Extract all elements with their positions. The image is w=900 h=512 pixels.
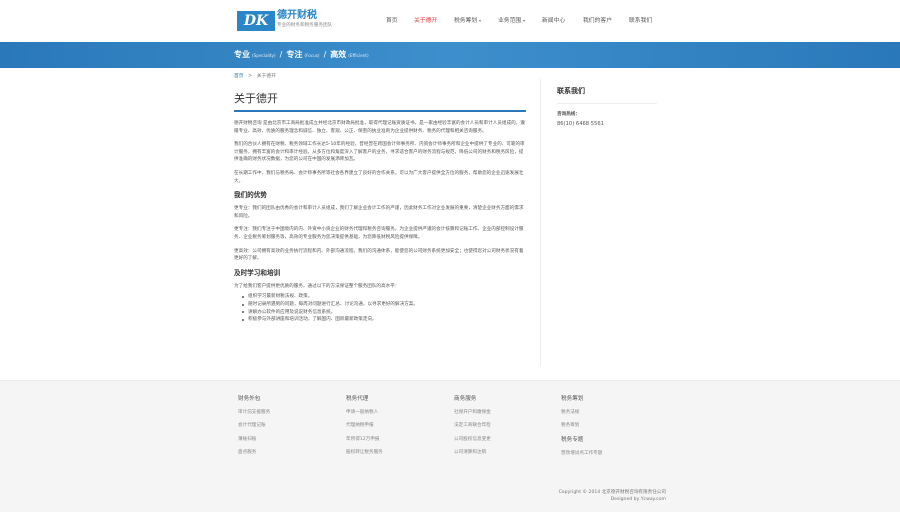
training-intro: 为了给我们客户提供更优质的服务，通过以下的方法保证整个服务团队的高水平： (234, 283, 400, 289)
page-banner: 专业 (Speciality) / 专注 (Focus) / 高效 (Efficient) (0, 42, 900, 68)
nav-item-clients[interactable]: 我们的客户 (583, 16, 612, 26)
breadcrumb-separator: > (248, 74, 253, 79)
footer-column-tax-planning: 税务筹划 税务法规 税务筹划 税务专题 营改增试点工作专题 (561, 395, 661, 463)
nav-item-tax-planning[interactable]: 税务筹划 (454, 16, 482, 26)
footer-link[interactable]: 股权转让税务服务 (346, 449, 446, 456)
list-item: 讲解办公软件的应用及说说财务信息系统。 (242, 309, 526, 317)
nav-item-news[interactable]: 新闻中心 (542, 16, 565, 26)
banner-word-efficient: 高效 (330, 50, 347, 59)
sidebar-title: 联系我们 (557, 87, 585, 95)
footer-link[interactable]: 营改增试点工作专题 (561, 450, 661, 457)
nav-item-contact[interactable]: 联系我们 (629, 16, 652, 26)
footer-link[interactable]: 代理纳税申报 (346, 422, 446, 429)
intro-paragraph-2: 我们的合伙人拥有在财税、税务领域工作长达5-10年的经验，曾经曾在跨国会计师事务… (234, 142, 525, 163)
footer-column-finance: 财务外包 审计前支援服务 会计代理记账 薄账扫账 盘点服务 (238, 395, 338, 463)
nav-item-home[interactable]: 首页 (386, 16, 398, 26)
footer-link[interactable]: 社保开户和缴保金 (454, 409, 554, 416)
breadcrumb: 首页 > 关于德开 (234, 72, 276, 79)
designer-credit[interactable]: Designed by Ycway.com (559, 496, 666, 503)
hotline-label: 咨询热线： (557, 112, 580, 117)
site-header: DK 德开财税 专业的财务和税务服务团队 首页 关于德开 税务筹划 业务范围 新… (0, 0, 900, 42)
intro-paragraph-1: 德开财税咨询 是由北京市工商局批准成立并经北京市财政局批准，取得代理记账资质证书… (234, 121, 525, 134)
site-footer: 财务外包 审计前支援服务 会计代理记账 薄账扫账 盘点服务 税务代理 申请一般纳… (0, 380, 900, 512)
list-item: 组织学习最新财税法规、政策。 (242, 293, 526, 301)
footer-link[interactable]: 法定工商联合年检 (454, 422, 554, 429)
training-list: 组织学习最新财税法规、政策。 随时记录所遇到的问题，每周对问题进行汇总、讨论沟通… (234, 293, 526, 323)
footer-link[interactable]: 盘点服务 (238, 449, 338, 456)
intro-paragraph-3: 在长期工作中，我们与税务局、会计师事务所等社会各界建立了良好的合作关系，可以为广… (234, 170, 524, 184)
content-divider (540, 78, 541, 366)
hotline-phone: 86(10) 6468 5561 (557, 121, 604, 127)
chevron-down-icon (523, 19, 526, 22)
footer-link[interactable]: 税务法规 (561, 409, 661, 416)
footer-column-tax-agency: 税务代理 申请一般纳税人 代理纳税申报 年所得12万申报 股权转让税务服务 (346, 395, 446, 463)
chevron-down-icon (479, 19, 482, 22)
banner-word-speciality-en: (Speciality) (252, 53, 276, 58)
list-item: 随时记录所遇到的问题，每周对问题进行汇总、讨论沟通，以寻求更好的解决方案。 (242, 301, 526, 309)
copyright: Copyright © 2014 北京德开财税咨询有限责任公司 Designed… (559, 489, 666, 503)
advantage-paragraph-1: 更专业：我们的团队由优秀的会计和审计人员组成，我们了解企业会计工作的严谨，因此财… (234, 206, 524, 219)
section-title-advantages: 我们的优势 (234, 191, 267, 200)
main-content: 关于德开 德开财税咨询 是由北京市工商局批准成立并经北京市财政局批准，取得代理记… (234, 92, 526, 324)
footer-link[interactable]: 会计代理记账 (238, 422, 338, 429)
footer-column-title: 税务代理 (346, 396, 369, 402)
footer-column-title: 税务筹划 (561, 396, 584, 402)
sidebar-contact: 联系我们 咨询热线： 86(10) 6468 5561 (557, 86, 677, 129)
footer-column-title: 税务专题 (561, 436, 584, 443)
footer-link[interactable]: 申请一般纳税人 (346, 409, 446, 416)
sidebar-divider (557, 103, 657, 104)
footer-link[interactable]: 税务筹划 (561, 422, 661, 429)
footer-column-business: 商务服务 社保开户和缴保金 法定工商联合年检 公司股权信息变更 公司清算和注销 (454, 395, 554, 463)
advantage-paragraph-2: 更专注：我们专注于中国境内的内、外资中小资企业的财务代理和税务咨询服务。为企业提… (234, 227, 524, 240)
footer-link[interactable]: 公司股权信息变更 (454, 436, 554, 443)
banner-word-focus: 专注 (286, 50, 303, 59)
list-item: 积极参与外部讲座和培训活动，了解国内、国际最新政策走向。 (242, 316, 526, 324)
footer-link[interactable]: 年所得12万申报 (346, 436, 446, 443)
banner-word-efficient-en: (Efficient) (348, 53, 369, 58)
banner-word-speciality: 专业 (234, 50, 250, 59)
footer-link[interactable]: 公司清算和注销 (454, 449, 554, 456)
banner-separator: / (279, 50, 283, 59)
main-nav: 首页 关于德开 税务筹划 业务范围 新闻中心 我们的客户 联系我们 (0, 16, 900, 26)
section-title-training: 及时学习和培训 (234, 268, 281, 277)
footer-link[interactable]: 审计前支援服务 (238, 409, 338, 416)
breadcrumb-current: 关于德开 (256, 74, 276, 79)
advantage-paragraph-3: 更高效：公司拥有高效的业务执行流程和内、外部沟通流程。我们的沟通体系，能使您的公… (234, 248, 524, 262)
breadcrumb-home-link[interactable]: 首页 (234, 74, 244, 79)
footer-column-title: 财务外包 (238, 396, 261, 402)
footer-column-title: 商务服务 (454, 396, 477, 402)
nav-item-business-scope[interactable]: 业务范围 (498, 16, 526, 26)
copyright-text: Copyright © 2014 北京德开财税咨询有限责任公司 (558, 490, 666, 495)
footer-link[interactable]: 薄账扫账 (238, 436, 338, 443)
banner-separator: / (323, 50, 327, 59)
page-title: 关于德开 (234, 92, 526, 112)
nav-item-about[interactable]: 关于德开 (414, 16, 437, 26)
banner-slogan: 专业 (Speciality) / 专注 (Focus) / 高效 (Efficient) (234, 49, 373, 62)
banner-word-focus-en: (Focus) (304, 53, 320, 58)
